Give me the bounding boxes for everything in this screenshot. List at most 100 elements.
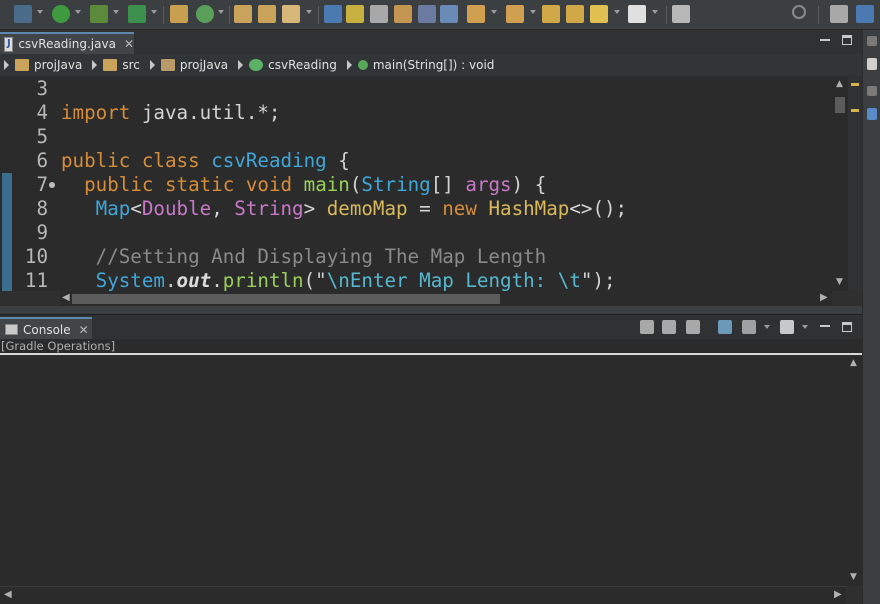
word-wrap-icon[interactable] <box>418 5 436 23</box>
pin-console-icon[interactable] <box>718 320 732 334</box>
toggle-breadcrumb-icon[interactable] <box>394 5 412 23</box>
editor-horizontal-scrollbar[interactable]: ◀ ▶ <box>60 291 832 306</box>
maximize-icon[interactable] <box>842 322 852 332</box>
pin-editor-icon[interactable] <box>672 5 690 23</box>
scroll-left-icon[interactable]: ◀ <box>62 292 70 303</box>
breadcrumb-item-project[interactable]: projJava <box>0 54 88 76</box>
java-perspective-icon[interactable] <box>856 5 874 23</box>
close-icon[interactable]: ✕ <box>79 323 89 337</box>
scroll-left-icon[interactable]: ◀ <box>4 589 12 600</box>
display-console-dropdown-icon[interactable] <box>764 325 770 329</box>
scroll-down-icon[interactable]: ▼ <box>836 277 843 287</box>
close-icon[interactable]: ✕ <box>124 37 134 51</box>
outline-view-icon[interactable] <box>867 58 877 70</box>
code-line[interactable]: 7 public static void main(String[] args)… <box>0 173 832 197</box>
scroll-up-icon[interactable]: ▲ <box>850 358 857 368</box>
run-dropdown-icon[interactable] <box>75 10 81 14</box>
breadcrumb-item-class[interactable]: csvReading <box>234 54 343 76</box>
open-folder-icon[interactable] <box>234 5 252 23</box>
code-line[interactable]: 10 //Setting And Displaying The Map Leng… <box>0 245 832 269</box>
show-whitespace-icon[interactable] <box>440 5 458 23</box>
restore-icon[interactable] <box>867 36 877 46</box>
toggle-block-icon[interactable] <box>370 5 388 23</box>
scroll-thumb[interactable] <box>835 97 845 113</box>
tab-csvreading-java[interactable]: csvReading.java ✕ <box>0 32 134 54</box>
warning-marker[interactable] <box>851 109 859 112</box>
debug-icon[interactable] <box>90 5 108 23</box>
coverage-dropdown-icon[interactable] <box>151 10 157 14</box>
method-icon <box>357 60 368 70</box>
scroll-down-icon[interactable]: ▼ <box>850 572 857 582</box>
maximize-icon[interactable] <box>842 35 852 45</box>
open-perspective-icon[interactable] <box>830 5 848 23</box>
last-edit-location-icon[interactable] <box>542 5 560 23</box>
forward-dropdown-icon[interactable] <box>652 10 658 14</box>
scroll-thumb[interactable] <box>72 294 500 304</box>
code-line[interactable]: 5 <box>0 125 832 149</box>
scroll-right-icon[interactable]: ▶ <box>820 292 828 303</box>
help-view-icon[interactable] <box>867 108 877 120</box>
new-package-icon[interactable] <box>170 5 188 23</box>
forward-edit-icon[interactable] <box>566 5 584 23</box>
previous-annotation-icon[interactable] <box>506 5 524 23</box>
mark-occurrences-icon[interactable] <box>324 5 342 23</box>
highlight-icon[interactable] <box>346 5 364 23</box>
line-number: 6 <box>36 149 48 172</box>
debug-dropdown-icon[interactable] <box>113 10 119 14</box>
restore-icon[interactable] <box>867 86 877 96</box>
refresh-icon[interactable] <box>196 5 214 23</box>
search-icon[interactable] <box>792 5 806 19</box>
display-console-icon[interactable] <box>742 320 756 334</box>
open-console-dropdown-icon[interactable] <box>802 325 808 329</box>
breadcrumb-item-method[interactable]: main(String[]) : void <box>343 54 501 76</box>
code-line[interactable]: 11 System.out.println("\nEnter Map Lengt… <box>0 269 832 291</box>
refresh-dropdown-icon[interactable] <box>218 10 224 14</box>
code-line[interactable]: 8 Map<Double, String> demoMap = new Hash… <box>0 197 832 221</box>
code-token: (" <box>303 269 327 291</box>
run-icon[interactable] <box>52 5 70 23</box>
code-editor[interactable]: 3 4 import java.util.*; 5 6 public class csvR… <box>0 77 848 291</box>
scroll-right-icon[interactable]: ▶ <box>834 589 842 600</box>
source-folder-icon <box>103 59 118 71</box>
code-line[interactable]: 3 <box>0 77 832 101</box>
editor-vertical-scrollbar[interactable]: ▲ ▼ <box>832 77 848 291</box>
right-trim-bar <box>862 30 880 604</box>
console-output[interactable] <box>0 356 846 586</box>
scroll-lock-icon[interactable] <box>662 320 676 334</box>
coverage-icon[interactable] <box>128 5 146 23</box>
clear-console-icon[interactable] <box>640 320 654 334</box>
new-icon[interactable] <box>14 5 32 23</box>
code-token: static <box>164 173 235 196</box>
console-vertical-scrollbar[interactable]: ▲ ▼ <box>846 356 862 586</box>
brush-icon[interactable] <box>282 5 300 23</box>
word-wrap-icon[interactable] <box>686 320 700 334</box>
new-dropdown-icon[interactable] <box>37 10 43 14</box>
tab-console[interactable]: Console ✕ <box>0 317 92 340</box>
next-annotation-dropdown-icon[interactable] <box>491 10 497 14</box>
back-dropdown-icon[interactable] <box>614 10 620 14</box>
minimize-icon[interactable] <box>820 35 830 41</box>
breadcrumb-label: csvReading <box>268 58 337 72</box>
breadcrumb-item-package[interactable]: projJava <box>146 54 234 76</box>
next-annotation-icon[interactable] <box>467 5 485 23</box>
scroll-up-icon[interactable]: ▲ <box>836 79 843 89</box>
breadcrumb: projJava src projJava csvReading main(St… <box>0 54 862 76</box>
forward-arrow-icon[interactable] <box>628 5 646 23</box>
code-line[interactable]: 6 public class csvReading { <box>0 149 832 173</box>
open-console-icon[interactable] <box>780 320 794 334</box>
console-horizontal-scrollbar[interactable]: ◀ ▶ <box>0 586 846 604</box>
panel-separator[interactable] <box>0 306 862 314</box>
previous-annotation-dropdown-icon[interactable] <box>530 10 536 14</box>
back-arrow-icon[interactable] <box>590 5 608 23</box>
breadcrumb-item-src[interactable]: src <box>88 54 146 76</box>
code-line[interactable]: 9 <box>0 221 832 245</box>
open-type-icon[interactable] <box>258 5 276 23</box>
code-token: public <box>84 173 154 196</box>
brush-dropdown-icon[interactable] <box>306 10 312 14</box>
code-line[interactable]: 4 import java.util.*; <box>0 101 832 125</box>
fold-toggle-icon[interactable] <box>49 182 55 188</box>
code-token: String <box>361 173 431 196</box>
minimize-icon[interactable] <box>820 321 830 327</box>
warning-marker[interactable] <box>851 83 859 86</box>
